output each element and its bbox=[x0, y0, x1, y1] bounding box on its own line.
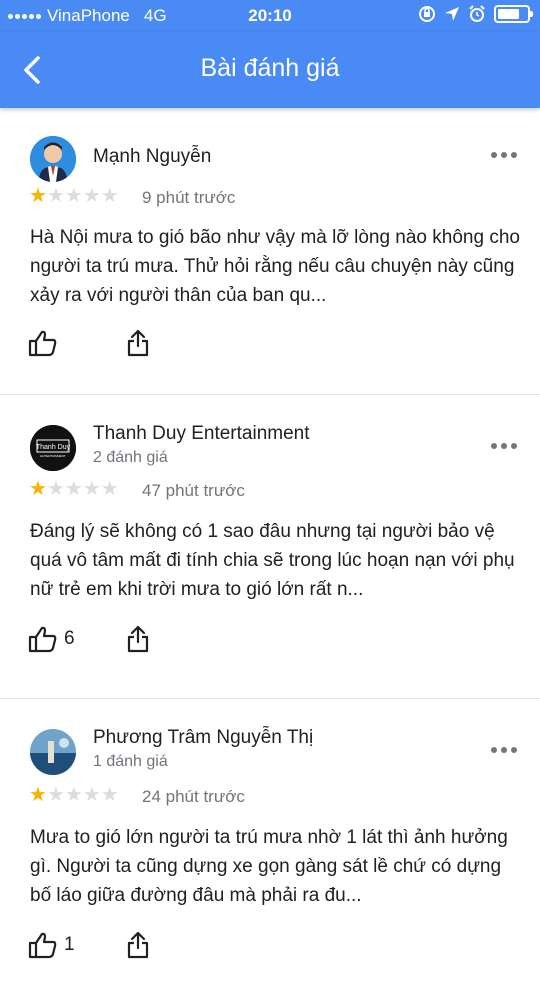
star-empty-icon: ★ bbox=[100, 784, 119, 806]
more-options-icon[interactable] bbox=[490, 152, 518, 164]
star-empty-icon: ★ bbox=[64, 185, 83, 207]
star-filled-icon: ★ bbox=[29, 784, 47, 806]
avatar[interactable] bbox=[30, 136, 76, 182]
review-text[interactable]: Hà Nội mưa to gió bão như vậy mà lỡ lòng… bbox=[30, 223, 520, 310]
star-empty-icon: ★ bbox=[64, 478, 83, 500]
alarm-icon bbox=[469, 5, 485, 22]
star-empty-icon: ★ bbox=[46, 478, 65, 500]
star-empty-icon: ★ bbox=[100, 185, 119, 207]
review-time: 47 phút trước bbox=[142, 481, 245, 500]
rotation-lock-icon bbox=[419, 6, 435, 22]
more-options-icon[interactable] bbox=[490, 747, 518, 759]
location-icon bbox=[445, 7, 459, 21]
review-text[interactable]: Đáng lý sẽ không có 1 sao đâu nhưng tại … bbox=[30, 517, 520, 604]
review-author: Mạnh Nguyễn bbox=[93, 146, 212, 167]
review-author: Thanh Duy Entertainment bbox=[93, 423, 310, 444]
like-count: 1 bbox=[64, 934, 75, 955]
review-actions: 6 bbox=[28, 625, 150, 653]
review-list: Mạnh Nguyễn ★ ★ ★ ★ ★ 9 phút trước Hà Nội mư… bbox=[0, 108, 540, 999]
battery-icon bbox=[494, 5, 533, 23]
share-icon[interactable] bbox=[126, 625, 150, 653]
star-empty-icon: ★ bbox=[82, 478, 101, 500]
star-rating: ★ ★ ★ ★ ★ bbox=[29, 479, 119, 499]
review-card: Mạnh Nguyễn ★ ★ ★ ★ ★ 9 phút trước Hà Nội mư… bbox=[0, 108, 540, 395]
review-card: Thanh Duy ENTERTAINMENT Thanh Duy Enterta… bbox=[0, 395, 540, 699]
star-filled-icon: ★ bbox=[29, 185, 47, 207]
page-title: Bài đánh giá bbox=[200, 54, 340, 82]
app-bar: Bài đánh giá bbox=[0, 32, 540, 108]
like-button[interactable]: 1 bbox=[28, 931, 126, 959]
avatar[interactable] bbox=[30, 729, 76, 775]
status-right bbox=[418, 5, 533, 23]
status-bar: VinaPhone 4G 20:10 bbox=[0, 0, 540, 32]
like-count: 6 bbox=[64, 628, 75, 649]
star-empty-icon: ★ bbox=[46, 784, 65, 806]
thumbs-up-icon bbox=[28, 330, 57, 357]
review-author: Phương Trâm Nguyễn Thị bbox=[93, 727, 314, 748]
more-options-icon[interactable] bbox=[490, 443, 518, 455]
review-time: 24 phút trước bbox=[142, 787, 245, 806]
star-empty-icon: ★ bbox=[82, 185, 101, 207]
thumbs-up-icon bbox=[28, 932, 57, 959]
review-count: 2 đánh giá bbox=[93, 449, 168, 466]
review-card: Phương Trâm Nguyễn Thị 1 đánh giá ★ ★ ★ ★ ★ … bbox=[0, 699, 540, 999]
review-count: 1 đánh giá bbox=[93, 753, 168, 770]
avatar[interactable]: Thanh Duy ENTERTAINMENT bbox=[30, 425, 76, 471]
star-empty-icon: ★ bbox=[64, 784, 83, 806]
review-actions: 1 bbox=[28, 931, 150, 959]
star-filled-icon: ★ bbox=[29, 478, 47, 500]
review-actions bbox=[28, 329, 150, 357]
star-empty-icon: ★ bbox=[46, 185, 65, 207]
avatar-logo-subtext: ENTERTAINMENT bbox=[40, 454, 65, 458]
thumbs-up-icon bbox=[28, 626, 57, 653]
star-rating: ★ ★ ★ ★ ★ bbox=[29, 785, 119, 805]
star-rating: ★ ★ ★ ★ ★ bbox=[29, 186, 119, 206]
review-text[interactable]: Mưa to gió lớn người ta trú mưa nhờ 1 lá… bbox=[30, 823, 520, 910]
share-icon[interactable] bbox=[126, 931, 150, 959]
star-empty-icon: ★ bbox=[100, 478, 119, 500]
star-empty-icon: ★ bbox=[82, 784, 101, 806]
review-time: 9 phút trước bbox=[142, 188, 236, 207]
like-button[interactable]: 6 bbox=[28, 625, 126, 653]
share-icon[interactable] bbox=[126, 329, 150, 357]
avatar-logo-text: Thanh Duy bbox=[36, 444, 71, 451]
like-button[interactable] bbox=[28, 329, 126, 357]
